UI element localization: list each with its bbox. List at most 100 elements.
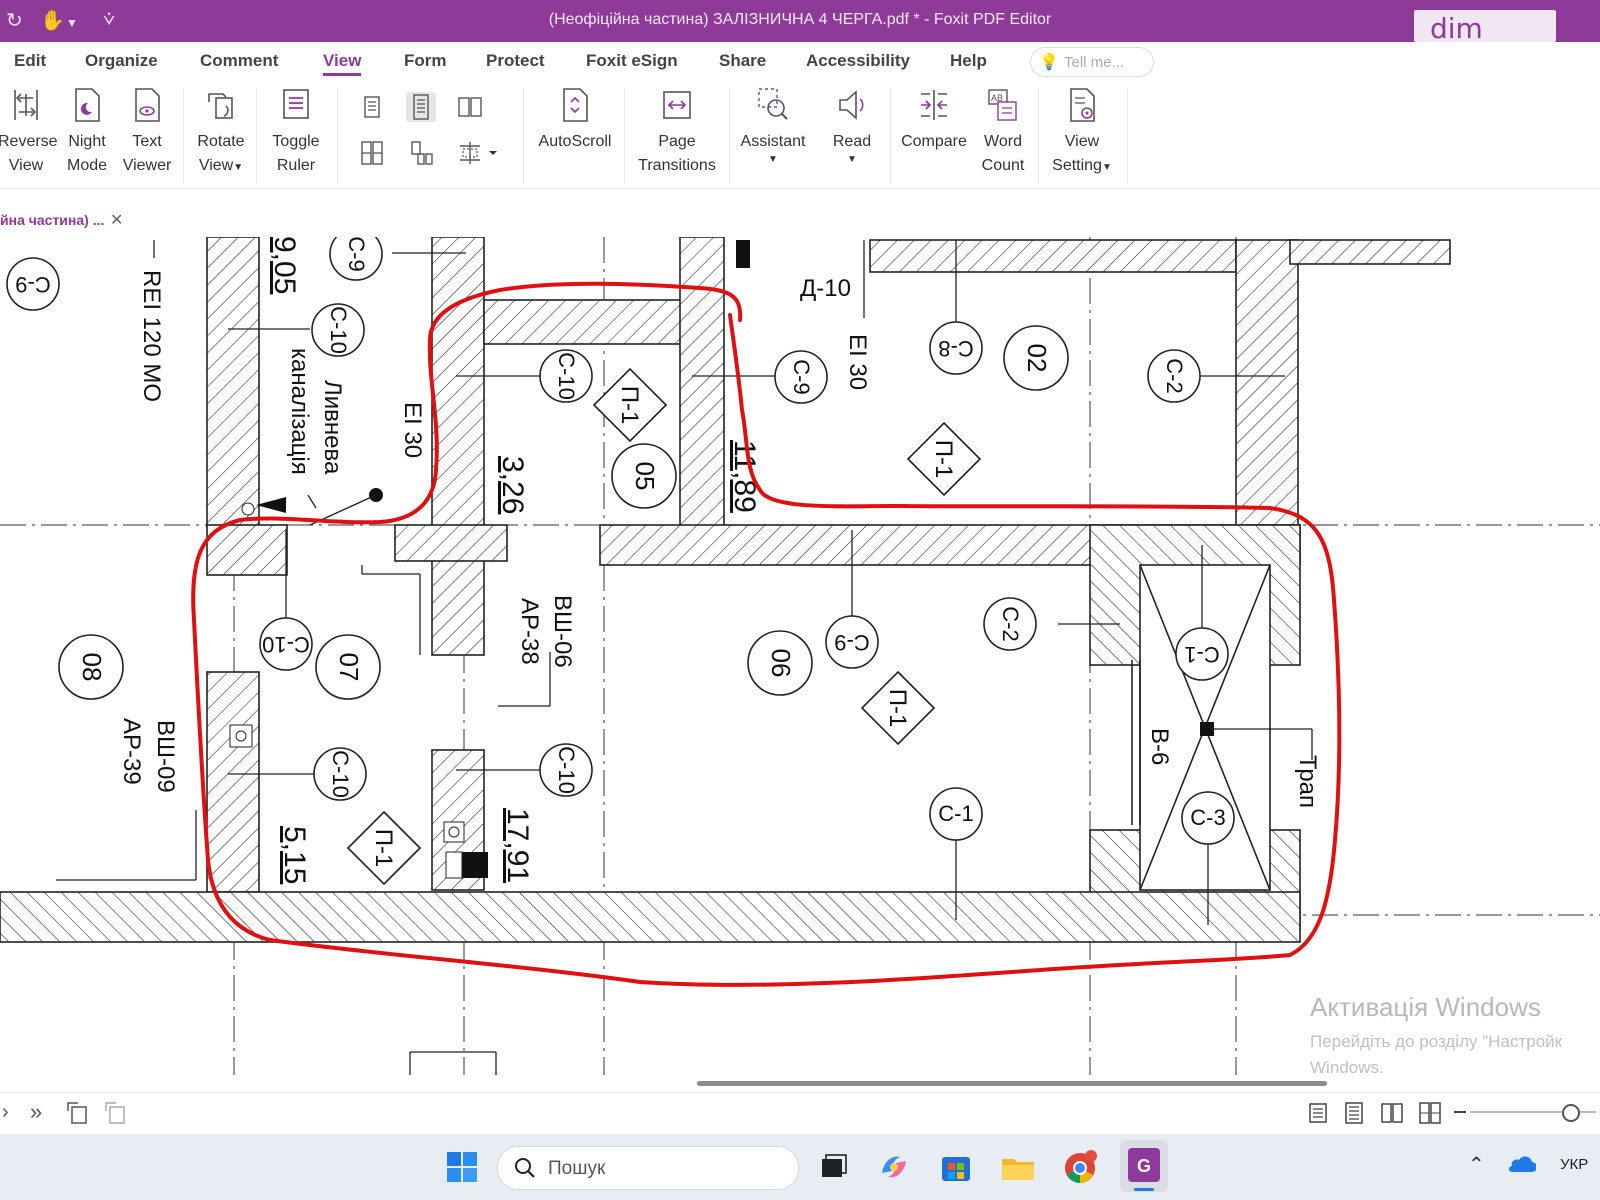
autoscroll-button[interactable]: AutoScroll bbox=[533, 82, 617, 154]
tab-comment[interactable]: Comment bbox=[200, 51, 278, 71]
next-view-icon[interactable] bbox=[104, 1101, 130, 1130]
chrome-icon[interactable] bbox=[1060, 1147, 1100, 1187]
tag-c9-e: С-9 bbox=[834, 630, 869, 655]
single-page-icon[interactable] bbox=[357, 92, 387, 122]
reverse-view-button[interactable]: Reverse View bbox=[0, 82, 58, 178]
night-mode-button[interactable]: Night Mode bbox=[62, 82, 112, 178]
foxit-pdf-editor-taskbar-icon[interactable]: G bbox=[1120, 1140, 1168, 1192]
area-11-89: 11,89 bbox=[728, 440, 761, 513]
tab-organize[interactable]: Organize bbox=[85, 51, 158, 71]
tab-protect[interactable]: Protect bbox=[486, 51, 545, 71]
area-17-91: 17,91 bbox=[501, 808, 534, 883]
file-explorer-icon[interactable] bbox=[998, 1147, 1038, 1187]
tab-share[interactable]: Share bbox=[719, 51, 766, 71]
ribbon-separator bbox=[183, 88, 184, 184]
zoom-slider-thumb[interactable] bbox=[1562, 1104, 1580, 1122]
tab-form[interactable]: Form bbox=[404, 51, 447, 71]
read-button[interactable]: Read ▼ bbox=[820, 82, 884, 166]
last-page-icon[interactable]: » bbox=[30, 1099, 42, 1125]
rotate-view-button[interactable]: Rotate View▼ bbox=[192, 82, 250, 180]
ar39-label: АР-39 bbox=[118, 718, 145, 785]
single-page-view-icon[interactable] bbox=[1306, 1101, 1330, 1130]
compare-button[interactable]: Compare bbox=[898, 82, 970, 154]
room-06: 06 bbox=[766, 649, 796, 678]
view-setting-button[interactable]: View Setting▼ bbox=[1046, 82, 1118, 180]
area-3-26: 3,26 bbox=[496, 456, 529, 514]
text-viewer-label-2: Viewer bbox=[122, 157, 172, 174]
view-setting-icon bbox=[1065, 86, 1099, 124]
tab-help[interactable]: Help bbox=[950, 51, 987, 71]
tell-me-search[interactable]: 💡 Tell me... bbox=[1030, 47, 1154, 77]
room-07: 07 bbox=[334, 653, 364, 682]
night-mode-label-1: Night bbox=[68, 133, 106, 150]
onedrive-icon[interactable] bbox=[1506, 1154, 1537, 1179]
facing-pages-icon[interactable] bbox=[455, 92, 485, 122]
reverse-view-icon bbox=[9, 86, 43, 124]
windows-activation-hint: Перейдіть до розділу "Настройк bbox=[1310, 1032, 1563, 1051]
rotate-view-label-2-row: View▼ bbox=[192, 154, 250, 180]
windows-start-icon[interactable] bbox=[442, 1147, 482, 1187]
toggle-ruler-button[interactable]: Toggle Ruler bbox=[266, 82, 326, 178]
night-mode-label-2: Mode bbox=[66, 157, 108, 174]
pdf-page-view[interactable]: С-9 С-9 С-10 С-10 С-9 С-8 С-2 С-10 С-9 С… bbox=[0, 237, 1600, 1075]
rotate-view-label-2: View bbox=[198, 157, 234, 174]
tag-c9-c: С-9 bbox=[789, 359, 814, 394]
night-mode-icon bbox=[70, 86, 104, 124]
continuous-view-icon[interactable] bbox=[1342, 1101, 1366, 1130]
ruler-icon bbox=[279, 86, 313, 124]
tab-view[interactable]: View bbox=[323, 51, 362, 76]
task-view-icon[interactable] bbox=[812, 1147, 852, 1187]
assistant-button[interactable]: Assistant ▼ bbox=[737, 82, 809, 166]
read-label: Read bbox=[832, 133, 872, 150]
search-icon bbox=[512, 1155, 538, 1186]
tag-c10-b: С-10 bbox=[554, 352, 579, 400]
trap-label: Трап bbox=[1294, 755, 1321, 808]
floor-tag-p1-d: П-1 bbox=[370, 829, 397, 868]
document-tab[interactable]: йна частина) ... ✕ bbox=[0, 206, 130, 236]
zoom-out-icon[interactable] bbox=[1454, 1111, 1466, 1113]
horizontal-scrollbar[interactable] bbox=[697, 1081, 1327, 1086]
text-viewer-button[interactable]: Text Viewer bbox=[120, 82, 174, 178]
rotate-view-icon bbox=[204, 86, 238, 124]
floor-tag-p1-b: П-1 bbox=[930, 440, 957, 479]
tab-edit[interactable]: Edit bbox=[14, 51, 46, 71]
view-setting-dropdown-icon: ▼ bbox=[1101, 162, 1112, 173]
compare-label: Compare bbox=[901, 133, 967, 150]
room-08: 08 bbox=[77, 653, 107, 682]
drain-label-1: Ливнева bbox=[319, 380, 346, 475]
previous-view-icon[interactable] bbox=[66, 1101, 92, 1130]
title-bar: ↻ ✋ ▼ ⩒ (Неофіційна частина) ЗАЛІЗНИЧНА … bbox=[0, 0, 1600, 45]
ribbon-separator bbox=[337, 88, 338, 184]
windows-activation-watermark: Активація Windows bbox=[1310, 992, 1541, 1022]
tab-foxit-esign[interactable]: Foxit eSign bbox=[586, 51, 678, 71]
ei30-right-label: ЕІ 30 bbox=[844, 334, 871, 390]
tag-c1-a: С-1 bbox=[1184, 642, 1219, 667]
facing-view-icon[interactable] bbox=[1380, 1101, 1404, 1130]
close-tab-icon[interactable]: ✕ bbox=[110, 210, 123, 230]
tab-accessibility[interactable]: Accessibility bbox=[806, 51, 910, 71]
separate-cover-icon[interactable] bbox=[406, 138, 436, 168]
toggle-ruler-label-1: Toggle bbox=[272, 133, 320, 150]
page-transitions-label-1: Page bbox=[658, 133, 696, 150]
tag-c10-a: С-10 bbox=[326, 306, 351, 354]
windows-taskbar: Пошук G ⌃ УКР bbox=[0, 1134, 1600, 1200]
microsoft-store-icon[interactable] bbox=[936, 1147, 976, 1187]
language-indicator[interactable]: УКР bbox=[1560, 1156, 1588, 1173]
continuous-facing-view-icon[interactable] bbox=[1418, 1101, 1442, 1130]
tag-c8: С-8 bbox=[938, 336, 973, 361]
continuous-facing-icon[interactable] bbox=[357, 138, 387, 168]
previous-page-icon[interactable]: › bbox=[2, 1101, 9, 1124]
vsh06-label: ВШ-06 bbox=[549, 595, 576, 668]
tag-c9-a: С-9 bbox=[15, 272, 50, 297]
continuous-page-icon[interactable] bbox=[406, 92, 436, 122]
copilot-icon[interactable] bbox=[874, 1147, 914, 1187]
taskbar-search[interactable]: Пошук bbox=[497, 1146, 799, 1190]
page-transitions-button[interactable]: Page Transitions bbox=[634, 82, 720, 178]
toggle-ruler-label-2: Ruler bbox=[276, 157, 316, 174]
assistant-magnifier-icon bbox=[756, 86, 790, 124]
split-view-icon[interactable] bbox=[455, 138, 501, 168]
show-hidden-icons-icon[interactable]: ⌃ bbox=[1468, 1152, 1485, 1177]
word-count-button[interactable]: AB Word Count bbox=[975, 82, 1031, 178]
tag-c10-c: С-10 bbox=[328, 750, 353, 798]
view-setting-label-2: Setting bbox=[1052, 157, 1102, 174]
